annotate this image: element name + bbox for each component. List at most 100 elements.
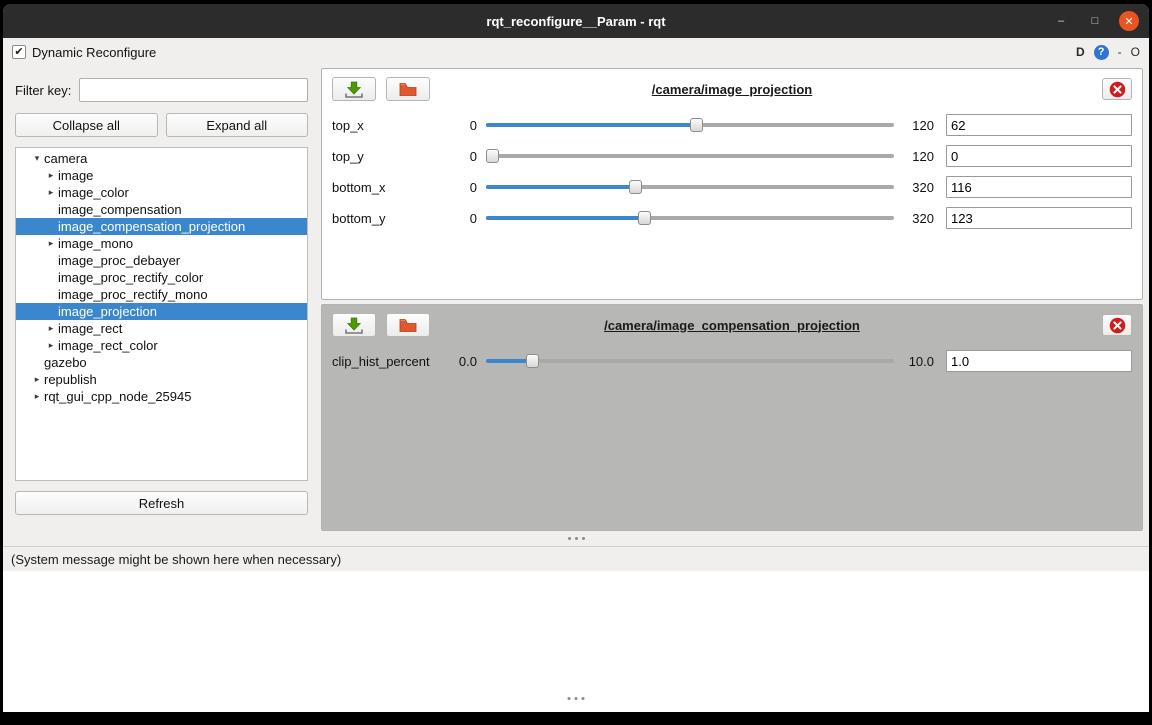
- bottom_y-value-input[interactable]: [946, 207, 1132, 229]
- tree-item-image_mono[interactable]: ▸image_mono: [16, 235, 307, 252]
- close-plugin-button[interactable]: O: [1131, 45, 1140, 59]
- expanded-arrow-icon[interactable]: ▾: [30, 153, 44, 164]
- system-message-area: [3, 571, 1149, 712]
- slider-handle[interactable]: [526, 354, 539, 368]
- tree-item-label: image_color: [58, 185, 129, 200]
- filter-key-input[interactable]: [79, 78, 308, 102]
- param-row-top_x: top_x0 120: [332, 114, 1132, 136]
- tree-item-image_color[interactable]: ▸image_color: [16, 184, 307, 201]
- tree-buttons-row: Collapse all Expand all: [15, 113, 308, 137]
- collapsed-arrow-icon[interactable]: ▸: [44, 187, 58, 198]
- tree-item-label: image_rect_color: [58, 338, 158, 353]
- load-params-button[interactable]: [386, 313, 430, 337]
- collapsed-arrow-icon[interactable]: ▸: [44, 170, 58, 181]
- tree-item-label: image_mono: [58, 236, 133, 251]
- param-row-clip_hist_percent: clip_hist_percent0.010.0: [332, 350, 1132, 372]
- param-min-label: 0: [450, 118, 486, 133]
- tree-item-image_rect[interactable]: ▸image_rect: [16, 320, 307, 337]
- tree-item-image_proc_debayer[interactable]: image_proc_debayer: [16, 252, 307, 269]
- collapsed-arrow-icon[interactable]: ▸: [44, 323, 58, 334]
- collapse-all-button[interactable]: Collapse all: [15, 113, 158, 137]
- close-button[interactable]: ✕: [1119, 11, 1139, 31]
- param-panel: /camera/image_compensation_projectioncli…: [321, 304, 1143, 531]
- maximize-button[interactable]: □: [1085, 11, 1105, 31]
- param-panel: /camera/image_projectiontop_x0120top_y01…: [321, 68, 1143, 300]
- minimize-button[interactable]: –: [1051, 11, 1071, 31]
- save-params-button[interactable]: [332, 313, 376, 337]
- load-from-file-icon: [398, 81, 418, 98]
- node-tree: ▾camera▸image▸image_colorimage_compensat…: [15, 147, 308, 481]
- tree-item-camera[interactable]: ▾camera: [16, 150, 307, 167]
- slider-fill: [486, 185, 635, 189]
- tree-item-image_proc_rectify_mono[interactable]: image_proc_rectify_mono: [16, 286, 307, 303]
- collapsed-arrow-icon[interactable]: ▸: [30, 391, 44, 402]
- tree-item-label: image_proc_rectify_mono: [58, 287, 208, 302]
- close-panel-button[interactable]: [1102, 78, 1132, 100]
- tree-item-image_proc_rectify_color[interactable]: image_proc_rectify_color: [16, 269, 307, 286]
- bottom_y-slider[interactable]: [486, 209, 894, 227]
- tree-item-image_compensation_projection[interactable]: image_compensation_projection: [16, 218, 307, 235]
- bottom-splitter-handle[interactable]: [575, 697, 578, 700]
- splitter-dots-icon: [575, 537, 578, 540]
- param-name: top_x: [332, 118, 450, 133]
- load-params-button[interactable]: [386, 77, 430, 101]
- dynamic-reconfigure-checkbox[interactable]: ✔ Dynamic Reconfigure: [12, 45, 156, 60]
- param-min-label: 0: [450, 180, 486, 195]
- save-to-file-icon: [344, 317, 364, 334]
- collapsed-arrow-icon[interactable]: ▸: [44, 238, 58, 249]
- detach-plugin-button[interactable]: D: [1076, 45, 1085, 59]
- refresh-button[interactable]: Refresh: [15, 491, 308, 515]
- slider-handle[interactable]: [629, 180, 642, 194]
- tree-item-label: image_proc_rectify_color: [58, 270, 203, 285]
- tree-item-label: image_compensation: [58, 202, 182, 217]
- collapsed-arrow-icon[interactable]: ▸: [44, 340, 58, 351]
- param-name: bottom_x: [332, 180, 450, 195]
- save-to-file-icon: [344, 81, 364, 98]
- top_y-value-input[interactable]: [946, 145, 1132, 167]
- tree-item-gazebo[interactable]: gazebo: [16, 354, 307, 371]
- help-icon[interactable]: ?: [1094, 45, 1109, 60]
- panel-splitter-handle[interactable]: [3, 531, 1149, 547]
- panels-container: /camera/image_projectiontop_x0120top_y01…: [321, 68, 1143, 531]
- expand-all-button[interactable]: Expand all: [166, 113, 309, 137]
- bottom_x-slider[interactable]: [486, 178, 894, 196]
- sidebar: Filter key: Collapse all Expand all ▾cam…: [15, 66, 308, 531]
- window-controls: – □ ✕: [1051, 11, 1149, 31]
- tree-item-label: image_projection: [58, 304, 157, 319]
- param-row-bottom_x: bottom_x0320: [332, 176, 1132, 198]
- param-max-label: 120: [894, 118, 934, 133]
- param-row-top_y: top_y0120: [332, 145, 1132, 167]
- tree-item-image_rect_color[interactable]: ▸image_rect_color: [16, 337, 307, 354]
- titlebar: rqt_reconfigure__Param - rqt – □ ✕: [3, 4, 1149, 38]
- top_x-value-input[interactable]: [946, 114, 1132, 136]
- close-panel-button[interactable]: [1102, 314, 1132, 336]
- tree-item-rqt_gui_cpp_node_25945[interactable]: ▸rqt_gui_cpp_node_25945: [16, 388, 307, 405]
- slider-fill: [486, 123, 696, 127]
- tree-item-image[interactable]: ▸image: [16, 167, 307, 184]
- slider-handle[interactable]: [638, 211, 651, 225]
- param-min-label: 0: [450, 211, 486, 226]
- tree-item-label: camera: [44, 151, 87, 166]
- slider-handle[interactable]: [690, 118, 703, 132]
- parameter-area: /camera/image_projectiontop_x0120top_y01…: [321, 66, 1143, 531]
- slider-handle[interactable]: [486, 149, 499, 163]
- top_y-slider[interactable]: [486, 147, 894, 165]
- save-params-button[interactable]: [332, 77, 376, 101]
- panel-title: /camera/image_compensation_projection: [322, 318, 1142, 333]
- minimize-plugin-button[interactable]: -: [1118, 45, 1122, 59]
- tree-item-republish[interactable]: ▸republish: [16, 371, 307, 388]
- collapsed-arrow-icon[interactable]: ▸: [30, 374, 44, 385]
- panel-title: /camera/image_projection: [322, 82, 1142, 97]
- tree-item-label: image_rect: [58, 321, 122, 336]
- top_x-slider[interactable]: [486, 116, 894, 134]
- tree-item-label: image_proc_debayer: [58, 253, 180, 268]
- tree-item-image_projection[interactable]: image_projection: [16, 303, 307, 320]
- window-title: rqt_reconfigure__Param - rqt: [3, 14, 1149, 29]
- filter-row: Filter key:: [15, 78, 308, 102]
- bottom_x-value-input[interactable]: [946, 176, 1132, 198]
- tree-item-image_compensation[interactable]: image_compensation: [16, 201, 307, 218]
- clip_hist_percent-slider[interactable]: [486, 352, 894, 370]
- clip_hist_percent-value-input[interactable]: [946, 350, 1132, 372]
- dock-buttons: D ? - O: [1076, 45, 1140, 60]
- load-from-file-icon: [398, 317, 418, 334]
